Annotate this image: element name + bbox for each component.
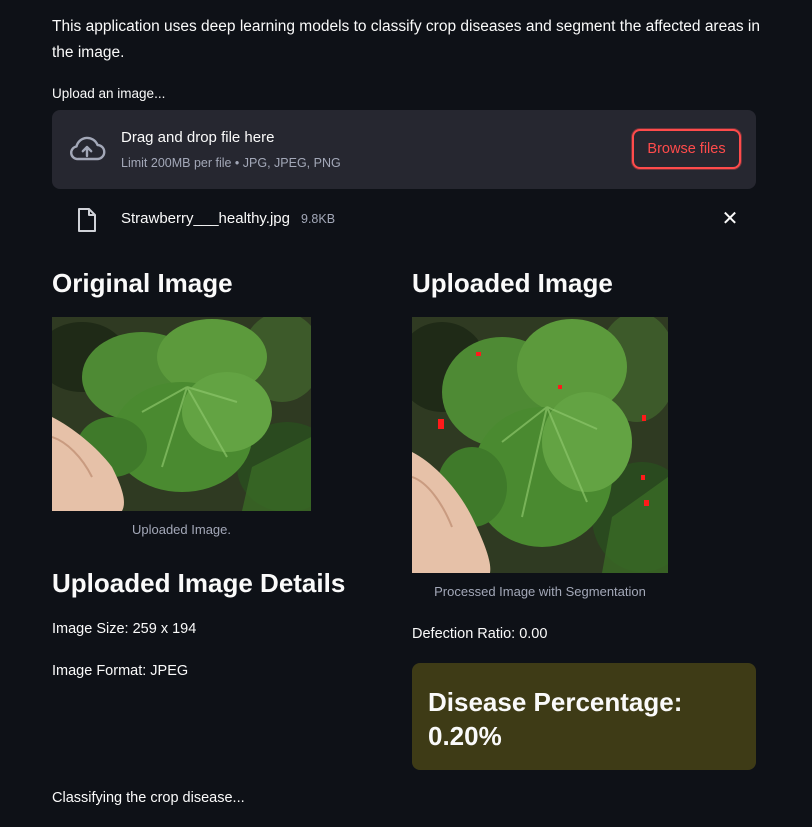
intro-text: This application uses deep learning mode… bbox=[52, 18, 760, 61]
cloud-upload-icon bbox=[70, 136, 106, 161]
defection-ratio-text: Defection Ratio: 0.00 bbox=[412, 626, 548, 642]
file-icon bbox=[78, 208, 96, 232]
processed-image bbox=[412, 317, 668, 573]
remove-file-button[interactable]: ✕ bbox=[720, 207, 740, 231]
image-format-text: Image Format: JPEG bbox=[52, 663, 189, 679]
original-image bbox=[52, 317, 311, 511]
original-image-heading: Original Image bbox=[52, 268, 233, 298]
browse-files-button[interactable]: Browse files bbox=[632, 129, 741, 169]
file-dropzone[interactable]: Drag and drop file here Limit 200MB per … bbox=[52, 110, 756, 189]
original-image-caption: Uploaded Image. bbox=[131, 522, 231, 537]
processed-image-caption: Processed Image with Segmentation bbox=[434, 584, 646, 599]
image-details-heading: Uploaded Image Details bbox=[52, 568, 346, 598]
file-limit-text: Limit 200MB per file • JPG, JPEG, PNG bbox=[121, 156, 341, 170]
drag-drop-text: Drag and drop file here bbox=[121, 129, 275, 146]
disease-percentage-text: Disease Percentage: 0.20% bbox=[428, 687, 683, 751]
uploaded-image-heading: Uploaded Image bbox=[412, 268, 613, 298]
disease-percentage-alert: Disease Percentage: 0.20% bbox=[412, 663, 756, 770]
status-text: Classifying the crop disease... bbox=[52, 790, 245, 806]
uploaded-file-size: 9.8KB bbox=[301, 212, 336, 226]
image-size-text: Image Size: 259 x 194 bbox=[52, 621, 197, 637]
uploaded-file-name: Strawberry___healthy.jpg bbox=[121, 210, 290, 227]
upload-label: Upload an image... bbox=[52, 86, 166, 101]
